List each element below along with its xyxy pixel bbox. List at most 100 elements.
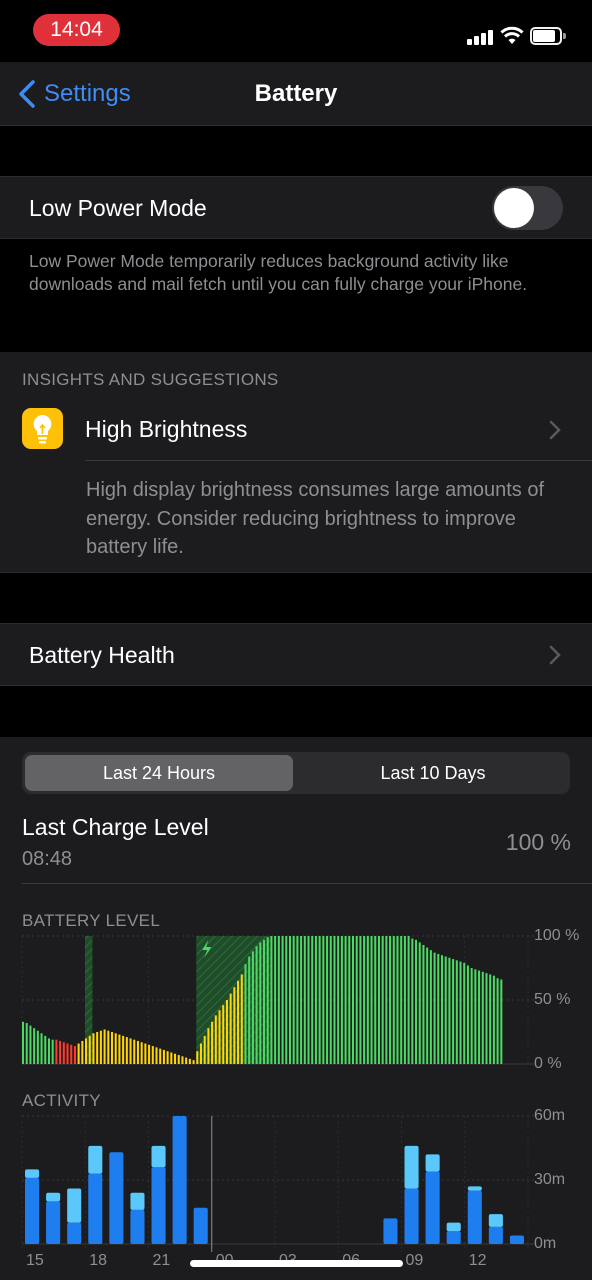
section-divider [22,883,592,884]
battery-level-bar [44,1035,47,1064]
battery-level-bar [229,993,232,1064]
activity-y-tick-0: 0m [534,1235,557,1252]
battery-level-bar [159,1048,162,1064]
battery-level-bar [296,936,299,1064]
battery-level-bar [70,1044,73,1064]
activity-screen-on-bar [404,1188,419,1244]
activity-screen-off-bar [46,1192,61,1202]
battery-level-bar [263,939,266,1064]
battery-level-bar [333,936,336,1064]
activity-screen-off-bar [151,1145,166,1168]
battery-level-bar [492,975,495,1064]
battery-level-bar [329,936,332,1064]
tab-last-10-days[interactable]: Last 10 Days [299,755,567,791]
status-time[interactable]: 14:04 [33,14,120,46]
battery-level-bar [285,936,288,1064]
battery-level-bar [433,952,436,1064]
battery-level-bar [385,936,388,1064]
low-power-mode-toggle[interactable] [492,186,563,230]
cellular-signal-icon [467,29,493,45]
battery-level-bar [133,1039,136,1064]
chevron-right-icon [549,420,561,440]
battery-level-bar [125,1037,128,1064]
battery-level-bar [470,968,473,1064]
battery-status-icon [530,27,566,45]
battery-level-bar [170,1052,173,1064]
battery-level-bar [500,979,503,1064]
battery-level-title: BATTERY LEVEL [22,911,161,930]
battery-level-bar [355,936,358,1064]
battery-level-bar [411,938,414,1064]
activity-screen-on-bar [172,1116,187,1244]
battery-level-bar [214,1015,217,1064]
battery-level-bar [162,1049,165,1064]
battery-level-bar [303,936,306,1064]
navigation-bar: Settings Battery [0,62,592,126]
battery-health-row[interactable]: Battery Health [0,623,592,686]
high-brightness-row[interactable]: High Brightness [0,392,592,462]
battery-level-bar [55,1039,58,1064]
activity-screen-off-bar [404,1145,419,1189]
battery-level-bar [359,936,362,1064]
home-indicator[interactable] [190,1260,403,1267]
high-brightness-description: High display brightness consumes large a… [86,479,545,558]
battery-level-bar [281,936,284,1064]
battery-level-bar [366,936,369,1064]
tab-last-24-hours[interactable]: Last 24 Hours [25,755,293,791]
low-power-mode-row: Low Power Mode [0,176,592,239]
battery-level-bar [192,1060,195,1064]
activity-y-tick-30: 30m [534,1171,566,1188]
battery-level-bar [103,1029,106,1064]
battery-level-bar [463,962,466,1064]
battery-level-bar [314,936,317,1064]
chevron-right-icon [549,645,561,665]
activity-screen-on-bar [46,1201,61,1244]
battery-level-bar [40,1033,43,1064]
battery-level-bar [244,964,247,1064]
battery-level-bar [47,1038,50,1064]
battery-level-bar [288,936,291,1064]
battery-level-bar [207,1028,210,1064]
activity-screen-off-bar [425,1154,440,1172]
battery-y-tick-0: 0 % [534,1055,562,1072]
battery-level-bar [485,973,488,1064]
battery-level-bar [307,936,310,1064]
activity-screen-on-bar [88,1173,103,1244]
battery-level-bar [381,936,384,1064]
battery-level-bar [110,1032,114,1064]
battery-level-bar [203,1035,206,1064]
activity-title: ACTIVITY [22,1091,101,1110]
battery-level-bar [496,978,499,1064]
battery-level-bar [66,1043,69,1064]
activity-screen-off-bar [488,1214,503,1227]
activity-y-tick-60: 60m [534,1107,566,1124]
battery-level-bar [259,942,262,1064]
insights-header: INSIGHTS AND SUGGESTIONS [22,370,279,389]
insights-section: INSIGHTS AND SUGGESTIONS High Brightness… [0,352,592,573]
battery-level-bar [348,936,351,1064]
battery-level-bar [415,939,418,1064]
battery-level-bar [148,1044,151,1064]
activity-screen-on-bar [130,1209,145,1244]
battery-level-bar [237,980,240,1064]
high-brightness-title: High Brightness [85,416,248,442]
battery-level-bar [389,936,392,1064]
battery-level-bar [248,956,251,1064]
battery-level-bar [233,987,236,1064]
last-charge-value: 100 % [505,829,571,855]
battery-level-bar [51,1039,54,1064]
battery-level-bar [225,1000,228,1064]
activity-screen-off-bar [467,1186,482,1191]
battery-level-bar [326,936,329,1064]
battery-level-chart [21,935,534,1065]
battery-level-bar [33,1028,36,1064]
activity-screen-on-bar [151,1167,166,1244]
battery-level-bar [140,1042,143,1064]
activity-x-tick: 21 [152,1252,171,1269]
activity-x-tick: 09 [405,1252,424,1269]
battery-level-bar [292,936,295,1064]
activity-screen-on-bar [488,1226,503,1244]
time-range-segmented-control: Last 24 Hours Last 10 Days [22,752,570,794]
battery-level-bar [222,1005,225,1064]
battery-level-bar [155,1047,158,1064]
